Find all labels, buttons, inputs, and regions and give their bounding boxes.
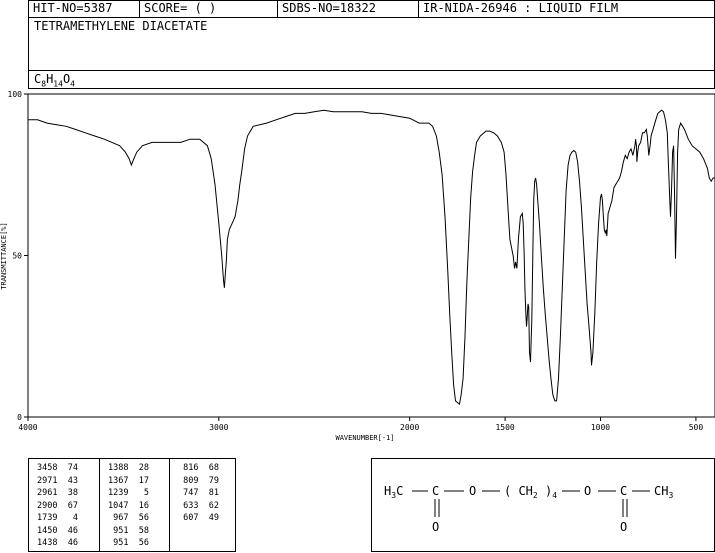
peak-row: 633 62 xyxy=(170,500,237,513)
peak-wavenumber: 951 xyxy=(108,525,129,536)
y-tick-label: 0 xyxy=(17,413,22,422)
peak-wavenumber: 1388 xyxy=(108,463,129,473)
peak-intensity: 58 xyxy=(128,525,149,536)
x-tick-label: 1500 xyxy=(495,423,514,432)
peak-wavenumber: 809 xyxy=(178,475,199,486)
peak-wavenumber: 967 xyxy=(108,513,129,523)
peak-wavenumber: 2961 xyxy=(37,488,58,498)
peak-wavenumber: 1047 xyxy=(108,500,129,511)
peak-row: 2971 43 xyxy=(29,475,99,488)
peak-intensity: 46 xyxy=(57,538,78,548)
peak-wavenumber: 607 xyxy=(178,513,199,523)
peak-row: 1047 16 xyxy=(100,500,169,513)
peak-wavenumber: 1438 xyxy=(37,538,58,548)
peak-intensity: 74 xyxy=(57,463,78,473)
y-axis-ticks: 100 50 0 xyxy=(8,90,28,422)
x-tick-label: 4000 xyxy=(18,423,37,432)
peak-intensity: 67 xyxy=(57,500,78,511)
carbonyl-oxygen-left: O xyxy=(432,520,439,534)
peak-intensity: 79 xyxy=(198,475,219,486)
peak-column-2: 1388 28 1367 17 1239 5 1047 16 967 56 951 5… xyxy=(100,459,170,551)
structure-diagram: H3C C O ( CH2 )4 O C CH3 O O xyxy=(371,458,715,552)
peak-intensity: 4 xyxy=(57,513,78,523)
x-tick-label: 1000 xyxy=(591,423,610,432)
peak-row: 607 49 xyxy=(170,512,237,525)
peak-row: 951 56 xyxy=(100,537,169,550)
peak-intensity: 49 xyxy=(198,513,219,523)
peak-wavenumber: 1239 xyxy=(108,488,129,498)
peak-intensity: 38 xyxy=(57,488,78,498)
peak-row: 967 56 xyxy=(100,512,169,525)
peak-wavenumber: 633 xyxy=(178,500,199,511)
peak-intensity: 5 xyxy=(128,488,149,498)
peak-intensity: 46 xyxy=(57,525,78,536)
x-axis-ticks: 4000 3000 2000 1500 1000 500 xyxy=(18,417,703,432)
peak-row: 1367 17 xyxy=(100,475,169,488)
peak-row: 1438 46 xyxy=(29,537,99,550)
peak-row: 3458 74 xyxy=(29,462,99,475)
peak-table: 3458 74 2971 43 2961 38 2900 67 1739 4 1450 4… xyxy=(28,458,236,552)
peak-row: 747 81 xyxy=(170,487,237,500)
peak-row: 1739 4 xyxy=(29,512,99,525)
peak-row: 951 58 xyxy=(100,525,169,538)
peak-intensity: 62 xyxy=(198,500,219,511)
peak-wavenumber: 1367 xyxy=(108,475,129,486)
ester-oxygen-left: O xyxy=(469,484,476,498)
left-methyl: H3C xyxy=(384,484,403,500)
peak-wavenumber: 1739 xyxy=(37,513,58,523)
right-methyl: CH3 xyxy=(654,484,673,500)
peak-intensity: 56 xyxy=(128,538,149,548)
peak-column-1: 3458 74 2971 43 2961 38 2900 67 1739 4 1450 4… xyxy=(29,459,100,551)
peak-intensity: 17 xyxy=(128,475,149,486)
peak-wavenumber: 2971 xyxy=(37,475,58,486)
peak-row: 809 79 xyxy=(170,475,237,488)
x-tick-label: 500 xyxy=(689,423,704,432)
ester-oxygen-right: O xyxy=(584,484,591,498)
x-tick-label: 2000 xyxy=(400,423,419,432)
methylene-chain: ( CH2 )4 xyxy=(504,484,557,500)
x-tick-label: 3000 xyxy=(209,423,228,432)
peak-row: 2900 67 xyxy=(29,500,99,513)
peak-wavenumber: 1450 xyxy=(37,525,58,536)
peak-row: 1450 46 xyxy=(29,525,99,538)
peak-wavenumber: 747 xyxy=(178,488,199,498)
peak-wavenumber: 3458 xyxy=(37,463,58,473)
peak-column-3: 816 68 809 79 747 81 633 62 607 49 xyxy=(170,459,237,551)
spectrum-line xyxy=(28,109,715,405)
peak-row: 1239 5 xyxy=(100,487,169,500)
carbonyl-oxygen-right: O xyxy=(620,520,627,534)
peak-row: 816 68 xyxy=(170,462,237,475)
peak-intensity: 81 xyxy=(198,488,219,498)
carbon-left: C xyxy=(432,484,439,498)
carbon-right: C xyxy=(620,484,627,498)
x-axis-label: WAVENUMBER[-1] xyxy=(335,434,394,442)
peak-wavenumber: 951 xyxy=(108,538,129,548)
peak-row: 1388 28 xyxy=(100,462,169,475)
peak-wavenumber: 816 xyxy=(178,463,199,473)
peak-wavenumber: 2900 xyxy=(37,500,58,511)
peak-intensity: 56 xyxy=(128,513,149,523)
peak-row: 2961 38 xyxy=(29,487,99,500)
y-tick-label: 100 xyxy=(8,90,23,99)
ir-spectrum-chart: 4000 3000 2000 1500 1000 500 100500 WAVENUMBE… xyxy=(0,90,715,442)
peak-intensity: 28 xyxy=(128,463,149,473)
plot-frame xyxy=(27,93,715,418)
peak-intensity: 68 xyxy=(198,463,219,473)
peak-intensity: 43 xyxy=(57,475,78,486)
peak-intensity: 16 xyxy=(128,500,149,511)
y-tick-label: 50 xyxy=(12,252,22,261)
y-axis-label: TRANSMITTANCE[%] xyxy=(0,222,8,289)
